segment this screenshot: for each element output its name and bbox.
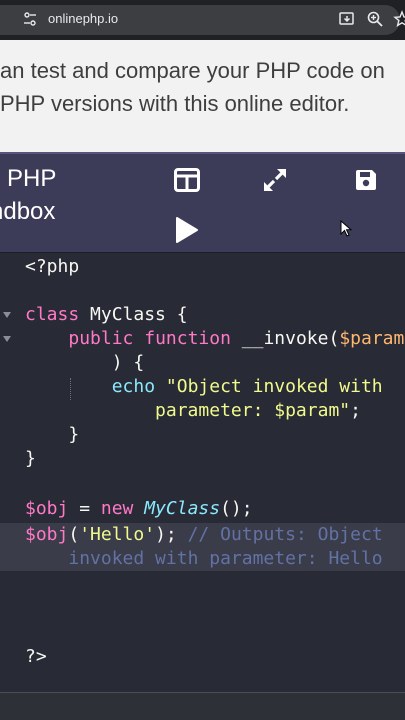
code-line-close: ?> (25, 645, 47, 669)
comment-part-2: invoked with parameter: Hello (68, 548, 383, 569)
fold-arrow-icon[interactable] (2, 310, 12, 320)
intro-text-line-2: PHP versions with this online editor. (0, 91, 350, 116)
code-line-3: class MyClass { (25, 303, 188, 327)
url-text[interactable]: onlinephp.io (48, 11, 118, 26)
install-app-icon[interactable] (338, 10, 356, 28)
play-icon (176, 217, 198, 243)
code-line-9: $obj = new MyClass(); (25, 497, 253, 521)
outer-close-brace: } (25, 448, 36, 469)
call-argument: 'Hello' (79, 524, 156, 545)
intro-text-line-1: an test and compare your PHP code on (0, 58, 385, 83)
save-button[interactable] (351, 165, 381, 195)
constructor-call: (); (220, 498, 253, 519)
semicolon: ; (350, 400, 361, 421)
brand-title-line-2: ndbox (0, 198, 56, 225)
editor-bottom-bar (0, 692, 405, 720)
code-line-4-wrap: ) { (25, 351, 145, 375)
editor-toolbar: PHP ndbox (0, 152, 405, 252)
intro-section: an test and compare your PHP code on PHP… (0, 40, 405, 152)
function-keyword: function (144, 328, 231, 349)
code-line-4: public function __invoke($param (25, 327, 404, 351)
run-button[interactable] (171, 215, 201, 245)
call-close-paren: ); (155, 524, 177, 545)
code-line-7: } (25, 447, 36, 471)
call-variable: $obj (25, 524, 69, 545)
bookmark-star-icon[interactable] (393, 10, 405, 28)
fullscreen-button[interactable] (260, 165, 290, 195)
echo-keyword: echo (111, 376, 156, 397)
class-name: MyClass (90, 304, 166, 325)
param-name: $param (339, 328, 405, 349)
php-open-tag: <?php (25, 256, 80, 277)
code-line-10-wrap: invoked with parameter: Hello (25, 547, 383, 571)
string-literal-part-2: parameter: $param" (155, 400, 351, 421)
split-view-button[interactable] (172, 165, 202, 195)
code-editor[interactable]: <?php class MyClass { public function __… (0, 252, 405, 692)
php-close-tag: ?> (25, 646, 47, 667)
code-line-1: <?php (25, 255, 79, 279)
brand-title-line-1: PHP (7, 165, 57, 192)
code-line-6: } (25, 423, 79, 447)
browser-address-bar: onlinephp.io (0, 0, 405, 40)
comment-part-1: // Outputs: Object (187, 524, 383, 545)
open-brace: { (165, 304, 188, 325)
code-line-10: $obj('Hello'); // Outputs: Object (25, 523, 383, 547)
code-line-5: echo "Object invoked with (25, 375, 383, 399)
mouse-cursor-icon (340, 220, 352, 237)
new-keyword: new (100, 498, 134, 519)
method-name: __invoke( (241, 328, 340, 349)
expand-icon (264, 169, 286, 191)
inner-close-brace: } (68, 424, 80, 445)
save-icon (356, 170, 376, 190)
public-keyword: public (68, 328, 134, 349)
site-settings-icon[interactable] (22, 11, 38, 27)
class-keyword: class (25, 304, 80, 325)
new-class-name: MyClass (144, 498, 221, 519)
obj-variable: $obj (25, 498, 69, 519)
string-literal-part-1: "Object invoked with (165, 376, 383, 397)
zoom-icon[interactable] (366, 10, 384, 28)
code-line-5-wrap: parameter: $param"; (25, 399, 361, 423)
method-close: ) { (111, 352, 145, 373)
call-open-paren: ( (68, 524, 80, 545)
split-view-icon (174, 168, 200, 192)
assign-operator: = (68, 498, 101, 519)
fold-arrow-icon[interactable] (2, 334, 12, 344)
